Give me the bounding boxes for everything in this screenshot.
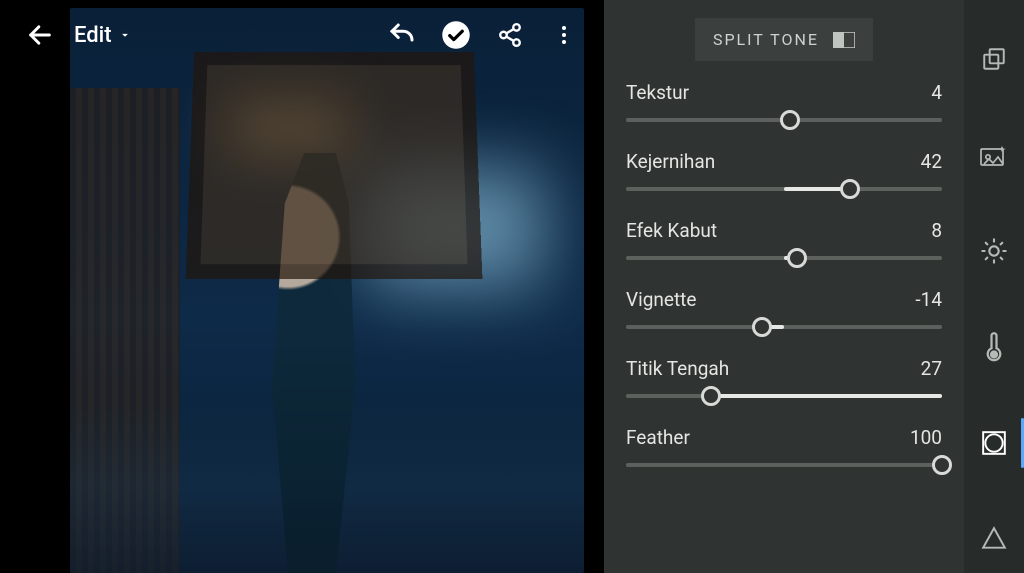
chevron-down-icon xyxy=(118,28,132,42)
light-icon[interactable] xyxy=(975,232,1013,270)
photo-preview[interactable] xyxy=(70,8,584,573)
slider-row: Vignette -14 xyxy=(626,288,942,329)
slider-value: 8 xyxy=(931,219,942,242)
slider-label: Efek Kabut xyxy=(626,219,717,242)
split-tone-icon xyxy=(833,32,855,48)
slider-value: 4 xyxy=(931,81,942,104)
slider-value: 100 xyxy=(910,426,942,449)
slider-handle[interactable] xyxy=(787,248,807,268)
section-title: SPLIT TONE xyxy=(713,30,819,49)
slider-track[interactable] xyxy=(626,187,942,191)
more-icon[interactable] xyxy=(544,15,584,55)
share-icon[interactable] xyxy=(490,15,530,55)
slider-value: -14 xyxy=(915,288,942,311)
section-split-tone[interactable]: SPLIT TONE xyxy=(695,18,873,61)
slider-handle[interactable] xyxy=(701,386,721,406)
controls-panel: SPLIT TONE Tekstur 4 Kejernihan 42 Efek Kabu… xyxy=(604,0,964,573)
edit-menu[interactable]: Edit xyxy=(74,23,132,48)
slider-label: Kejernihan xyxy=(626,150,715,173)
edit-menu-label: Edit xyxy=(74,23,112,48)
copies-icon[interactable] xyxy=(975,40,1013,78)
effects-icon[interactable] xyxy=(975,424,1013,462)
slider-row: Tekstur 4 xyxy=(626,81,942,122)
tool-rail xyxy=(964,0,1024,573)
slider-row: Feather 100 xyxy=(626,426,942,467)
slider-handle[interactable] xyxy=(840,179,860,199)
image-panel: Edit xyxy=(0,0,604,573)
slider-track[interactable] xyxy=(626,118,942,122)
slider-row: Titik Tengah 27 xyxy=(626,357,942,398)
slider-track[interactable] xyxy=(626,394,942,398)
slider-handle[interactable] xyxy=(932,455,952,475)
color-temp-icon[interactable] xyxy=(975,328,1013,366)
slider-label: Titik Tengah xyxy=(626,357,729,380)
slider-track[interactable] xyxy=(626,325,942,329)
slider-track[interactable] xyxy=(626,256,942,260)
slider-label: Feather xyxy=(626,426,690,449)
slider-handle[interactable] xyxy=(780,110,800,130)
slider-row: Efek Kabut 8 xyxy=(626,219,942,260)
slider-track[interactable] xyxy=(626,463,942,467)
slider-value: 27 xyxy=(921,357,942,380)
slider-handle[interactable] xyxy=(752,317,772,337)
detail-icon[interactable] xyxy=(975,520,1013,558)
slider-list: Tekstur 4 Kejernihan 42 Efek Kabut 8 Vignette -… xyxy=(626,81,942,495)
app-root: Edit SPLIT TONE Tekstur 4 Kejernihan 42 Efek… xyxy=(0,0,1024,573)
slider-value: 42 xyxy=(921,150,942,173)
slider-label: Tekstur xyxy=(626,81,689,104)
slider-row: Kejernihan 42 xyxy=(626,150,942,191)
auto-enhance-icon[interactable] xyxy=(975,136,1013,174)
slider-label: Vignette xyxy=(626,288,696,311)
back-icon[interactable] xyxy=(20,15,60,55)
top-toolbar: Edit xyxy=(0,0,604,70)
undo-icon[interactable] xyxy=(382,15,422,55)
confirm-icon[interactable] xyxy=(436,15,476,55)
